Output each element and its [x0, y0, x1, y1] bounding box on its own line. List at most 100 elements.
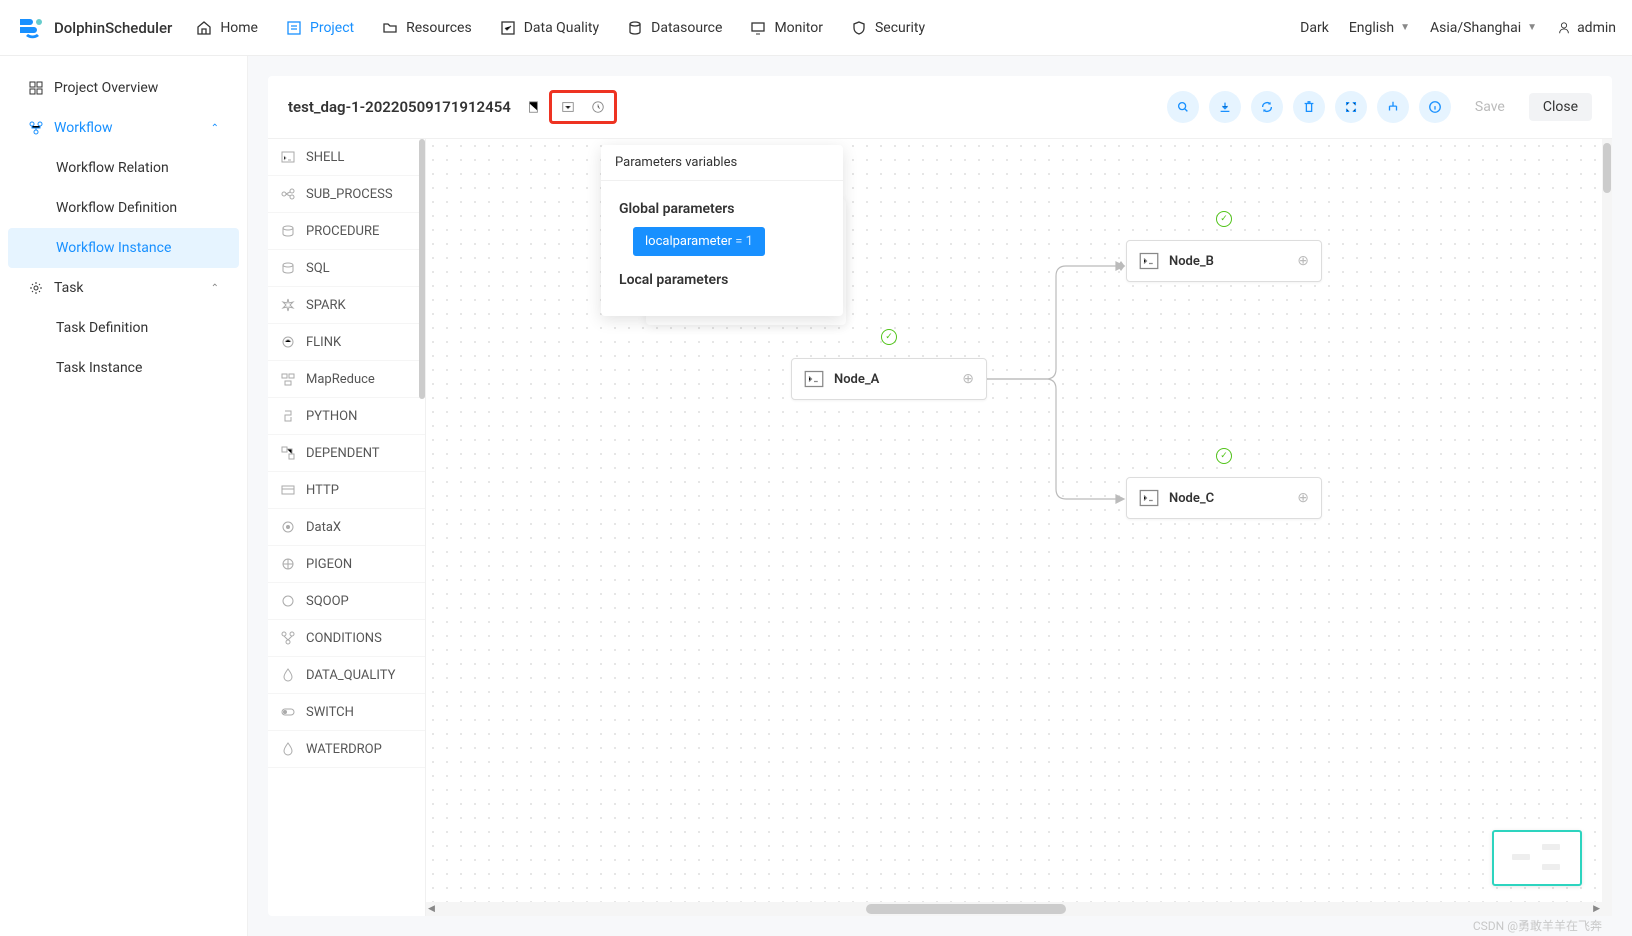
download-button[interactable]: [1209, 91, 1241, 123]
delete-button[interactable]: [1293, 91, 1325, 123]
top-nav: DolphinScheduler Home Project Resources …: [0, 0, 1632, 56]
search-button[interactable]: [1167, 91, 1199, 123]
datax-icon: [280, 519, 296, 535]
nav-security[interactable]: Security: [851, 20, 925, 36]
sidebar-project-overview[interactable]: Project Overview: [0, 68, 247, 108]
chevron-down-icon: ▼: [1400, 22, 1410, 33]
plus-icon[interactable]: ⊕: [962, 371, 974, 387]
format-button[interactable]: [1377, 91, 1409, 123]
sidebar-task[interactable]: Task⌃: [0, 268, 247, 308]
conditions-icon: [280, 630, 296, 646]
palette-sqoop[interactable]: SQOOP: [268, 583, 425, 620]
python-icon: [280, 408, 296, 424]
nav-project[interactable]: Project: [286, 20, 354, 36]
sidebar: Project Overview Workflow⌃ Workflow Rela…: [0, 56, 248, 936]
logo-icon: [16, 16, 48, 40]
theme-toggle[interactable]: Dark: [1300, 20, 1329, 36]
dag-node-a[interactable]: ✓ Node_A ⊕: [791, 358, 987, 400]
palette-spark[interactable]: SPARK: [268, 287, 425, 324]
fullscreen-button[interactable]: [1335, 91, 1367, 123]
shell-icon: [1139, 251, 1159, 271]
palette-mapreduce[interactable]: MapReduce: [268, 361, 425, 398]
plus-icon[interactable]: ⊕: [1297, 490, 1309, 506]
palette-conditions[interactable]: CONDITIONS: [268, 620, 425, 657]
quality-icon: [500, 20, 516, 36]
palette-procedure[interactable]: PROCEDURE: [268, 213, 425, 250]
save-button[interactable]: Save: [1461, 93, 1519, 121]
chevron-up-icon: ⌃: [211, 123, 219, 134]
nav-monitor[interactable]: Monitor: [750, 20, 823, 36]
download-icon: [1218, 100, 1232, 114]
param-chip[interactable]: localparameter = 1: [633, 227, 765, 256]
dag-toolbar: Save Close: [1167, 91, 1592, 123]
minimap[interactable]: [1492, 830, 1582, 886]
chevron-up-icon: ⌃: [211, 283, 219, 294]
procedure-icon: [280, 223, 296, 239]
logo[interactable]: DolphinScheduler: [16, 16, 172, 40]
shield-icon: [851, 20, 867, 36]
sidebar-task-instance[interactable]: Task Instance: [0, 348, 247, 388]
project-icon: [286, 20, 302, 36]
close-button[interactable]: Close: [1529, 93, 1592, 121]
task-palette: SHELL SUB_PROCESS PROCEDURE SQL SPARK FL…: [268, 139, 426, 916]
user-icon: [1557, 21, 1571, 35]
language-select[interactable]: English▼: [1349, 20, 1410, 36]
format-icon: [1386, 100, 1400, 114]
variables-button[interactable]: [556, 95, 580, 119]
canvas-v-scrollbar[interactable]: [1602, 139, 1612, 916]
shell-icon: [804, 369, 824, 389]
overview-icon: [28, 80, 44, 96]
palette-switch[interactable]: SWITCH: [268, 694, 425, 731]
subprocess-icon: [280, 186, 296, 202]
dag-node-c[interactable]: ✓ Node_C ⊕: [1126, 477, 1322, 519]
flink-icon: [280, 334, 296, 350]
gear-icon: [28, 280, 44, 296]
nav-right: Dark English▼ Asia/Shanghai▼ admin: [1300, 20, 1616, 36]
nav-home[interactable]: Home: [196, 20, 258, 36]
refresh-icon: [1260, 100, 1274, 114]
sqoop-icon: [280, 593, 296, 609]
refresh-button[interactable]: [1251, 91, 1283, 123]
info-button[interactable]: [1419, 91, 1451, 123]
palette-pigeon[interactable]: PIGEON: [268, 546, 425, 583]
global-params-label: Global parameters: [619, 201, 825, 217]
sidebar-workflow-relation[interactable]: Workflow Relation: [0, 148, 247, 188]
sidebar-workflow[interactable]: Workflow⌃: [0, 108, 247, 148]
palette-dataquality[interactable]: DATA_QUALITY: [268, 657, 425, 694]
copy-name-button[interactable]: [521, 95, 545, 119]
timezone-select[interactable]: Asia/Shanghai▼: [1430, 20, 1537, 36]
chevron-down-icon: ▼: [1527, 22, 1537, 33]
startup-param-button[interactable]: [586, 95, 610, 119]
user-menu[interactable]: admin: [1557, 20, 1616, 36]
canvas-h-scrollbar[interactable]: ◀▶: [426, 902, 1602, 916]
palette-http[interactable]: HTTP: [268, 472, 425, 509]
sidebar-task-definition[interactable]: Task Definition: [0, 308, 247, 348]
nav-datasource[interactable]: Datasource: [627, 20, 722, 36]
sidebar-workflow-definition[interactable]: Workflow Definition: [0, 188, 247, 228]
palette-flink[interactable]: FLINK: [268, 324, 425, 361]
palette-scrollbar[interactable]: [419, 139, 425, 399]
palette-sql[interactable]: SQL: [268, 250, 425, 287]
watermark: CSDN @勇敢羊羊在飞奔: [1473, 917, 1602, 934]
sql-icon: [280, 260, 296, 276]
logo-text: DolphinScheduler: [54, 19, 172, 37]
dag-node-b[interactable]: ✓ Node_B ⊕: [1126, 240, 1322, 282]
plus-icon[interactable]: ⊕: [1297, 253, 1309, 269]
palette-subprocess[interactable]: SUB_PROCESS: [268, 176, 425, 213]
sidebar-workflow-instance[interactable]: Workflow Instance: [8, 228, 239, 268]
clock-icon: [591, 100, 605, 114]
nav-resources[interactable]: Resources: [382, 20, 472, 36]
palette-shell[interactable]: SHELL: [268, 139, 425, 176]
palette-waterdrop[interactable]: WATERDROP: [268, 731, 425, 768]
http-icon: [280, 482, 296, 498]
nav-data-quality[interactable]: Data Quality: [500, 20, 599, 36]
palette-dependent[interactable]: DEPENDENT: [268, 435, 425, 472]
search-icon: [1176, 100, 1190, 114]
palette-python[interactable]: PYTHON: [268, 398, 425, 435]
copy-icon: [526, 100, 540, 114]
mapreduce-icon: [280, 371, 296, 387]
dag-canvas[interactable]: M Notification Strategy:None Alarm Group…: [426, 139, 1612, 916]
palette-datax[interactable]: DataX: [268, 509, 425, 546]
main: test_dag-1-20220509171912454 Save Close: [248, 56, 1632, 936]
success-icon: ✓: [881, 329, 897, 345]
